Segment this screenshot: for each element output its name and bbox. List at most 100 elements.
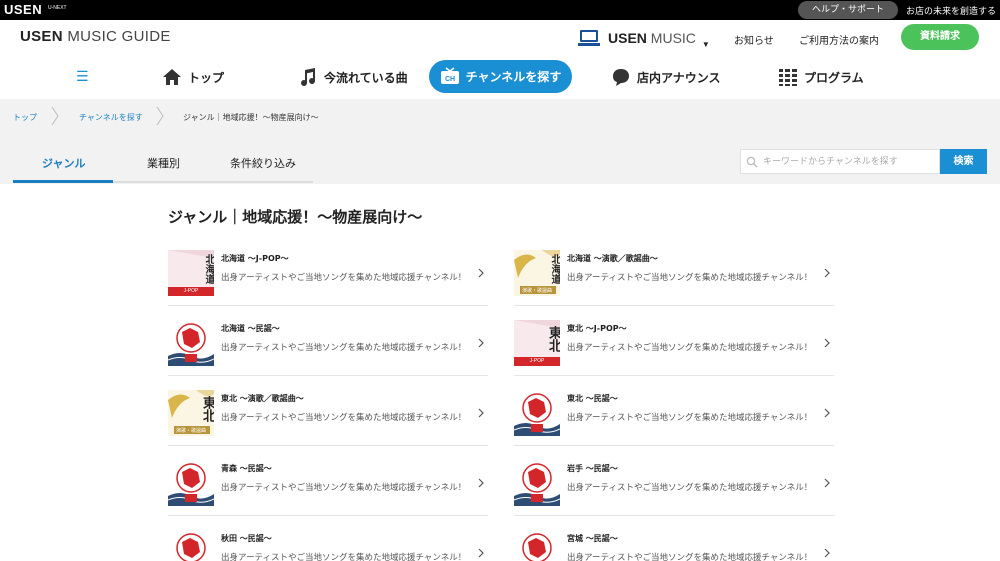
nav-find-channel-label: チャンネルを探す bbox=[465, 70, 562, 84]
channel-description: 出身アーティストやご当地ソングを集めた地域応援チャンネル！ bbox=[221, 273, 467, 283]
channel-card[interactable]: 秋田 〜民謡〜出身アーティストやご当地ソングを集めた地域応援チャンネル！ bbox=[168, 530, 488, 561]
chevron-right-icon bbox=[478, 548, 484, 558]
service-name-light: MUSIC bbox=[646, 30, 696, 46]
search-icon bbox=[746, 156, 758, 168]
chevron-right-icon bbox=[478, 408, 484, 418]
thumbnail-region-text: 東北 bbox=[546, 326, 560, 352]
grid-icon bbox=[779, 69, 797, 86]
channel-card[interactable]: 東北 演歌・歌謡曲 東北 〜演歌／歌謡曲〜 出身アーティストやご当地ソングを集めた地域… bbox=[168, 390, 488, 446]
tab-active-indicator bbox=[13, 180, 113, 183]
site-logo[interactable]: USEN MUSIC GUIDE bbox=[20, 28, 171, 45]
channel-card[interactable]: 北海道 〜民謡〜出身アーティストやご当地ソングを集めた地域応援チャンネル！ bbox=[168, 320, 488, 376]
channel-title: 北海道 〜J-POP〜 bbox=[221, 254, 289, 263]
thumbnail-genre-tag: 演歌・歌謡曲 bbox=[175, 428, 206, 434]
site-logo-bold: USEN bbox=[20, 28, 63, 45]
channel-title: 北海道 〜演歌／歌謡曲〜 bbox=[567, 254, 658, 263]
unext-logo: U-NEXT bbox=[48, 5, 67, 11]
channel-title: 北海道 〜民謡〜 bbox=[221, 324, 280, 333]
channel-title: 岩手 〜民謡〜 bbox=[567, 464, 618, 473]
chevron-right-icon bbox=[824, 268, 830, 278]
channel-card[interactable]: 岩手 〜民謡〜出身アーティストやご当地ソングを集めた地域応援チャンネル！ bbox=[514, 460, 834, 516]
tab-filter[interactable]: 条件絞り込み bbox=[230, 155, 296, 171]
service-switcher[interactable]: USEN MUSIC ▼ bbox=[578, 28, 710, 49]
chevron-right-icon bbox=[478, 338, 484, 348]
chevron-right-icon bbox=[824, 408, 830, 418]
channel-card[interactable]: 東北 J-POP 東北 〜J-POP〜出身アーティストやご当地ソングを集めた地域応援… bbox=[514, 320, 834, 376]
channel-title: 東北 〜演歌／歌謡曲〜 bbox=[221, 394, 304, 403]
channel-description: 出身アーティストやご当地ソングを集めた地域応援チャンネル！ bbox=[567, 273, 813, 283]
top-bar: USEN U-NEXT ヘルプ・サポート お店の未来を創造する bbox=[0, 0, 1000, 20]
page-title: ジャンル｜地域応援！〜物産展向け〜 bbox=[168, 208, 423, 226]
search-button[interactable]: 検索 bbox=[940, 149, 987, 174]
breadcrumb-top[interactable]: トップ bbox=[13, 112, 37, 123]
music-note-icon bbox=[301, 68, 316, 87]
thumbnail-genre-tag: J-POP bbox=[183, 288, 199, 294]
caret-down-icon: ▼ bbox=[701, 39, 710, 49]
nav-announce[interactable]: 店内アナウンス bbox=[611, 60, 721, 94]
channel-card[interactable]: 青森 〜民謡〜出身アーティストやご当地ソングを集めた地域応援チャンネル！ bbox=[168, 460, 488, 516]
channel-title: 宮城 〜民謡〜 bbox=[567, 534, 618, 543]
breadcrumb-find-channel[interactable]: チャンネルを探す bbox=[79, 112, 143, 123]
chevron-right-icon bbox=[824, 548, 830, 558]
channel-icon: CH bbox=[440, 66, 459, 84]
help-support-button[interactable]: ヘルプ・サポート bbox=[798, 1, 898, 19]
channel-thumbnail bbox=[514, 530, 560, 561]
channel-card[interactable]: 東北 〜民謡〜 出身アーティストやご当地ソングを集めた地域応援チャンネル！ bbox=[514, 390, 834, 446]
tagline: お店の未来を創造する bbox=[906, 7, 997, 17]
search-box bbox=[740, 149, 940, 174]
breadcrumb-separator-icon bbox=[156, 106, 164, 126]
channel-description: 出身アーティストやご当地ソングを集めた地域応援チャンネル！ bbox=[567, 553, 813, 561]
nav-top[interactable]: トップ bbox=[162, 60, 224, 94]
tab-genre[interactable]: ジャンル bbox=[42, 155, 85, 171]
channel-thumbnail: 北海道 J-POP bbox=[168, 250, 214, 296]
channel-description: 出身アーティストやご当地ソングを集めた地域応援チャンネル！ bbox=[221, 553, 467, 561]
usage-guide-link[interactable]: ご利用方法の案内 bbox=[799, 32, 879, 47]
nav-program[interactable]: プログラム bbox=[778, 60, 864, 94]
channel-description: 出身アーティストやご当地ソングを集めた地域応援チャンネル！ bbox=[567, 483, 813, 493]
thumbnail-genre-tag: 演歌・歌謡曲 bbox=[521, 288, 552, 294]
breadcrumb-current: ジャンル｜地域応援！〜物産展向け〜 bbox=[183, 113, 319, 122]
channel-description: 出身アーティストやご当地ソングを集めた地域応援チャンネル！ bbox=[567, 343, 813, 353]
chevron-right-icon bbox=[824, 338, 830, 348]
channel-title: 東北 〜J-POP〜 bbox=[567, 324, 627, 333]
chevron-right-icon bbox=[824, 478, 830, 488]
channel-description: 出身アーティストやご当地ソングを集めた地域応援チャンネル！ bbox=[221, 413, 467, 423]
home-icon bbox=[163, 69, 181, 85]
channel-card[interactable]: 北海道 J-POP 北海道 〜J-POP〜出身アーティストやご当地ソングを集めた地域… bbox=[168, 250, 488, 306]
breadcrumb-separator-icon bbox=[51, 106, 59, 126]
nav-now-playing-label: 今流れている曲 bbox=[324, 70, 408, 85]
tab-industry[interactable]: 業種別 bbox=[147, 155, 180, 171]
channel-thumbnail bbox=[514, 390, 560, 436]
nav-announce-label: 店内アナウンス bbox=[637, 70, 721, 85]
channel-card[interactable]: 北海道 演歌・歌謡曲 北海道 〜演歌／歌謡曲〜 出身アーティストやご当地ソングを集めた… bbox=[514, 250, 834, 306]
menu-icon[interactable]: ☰ bbox=[76, 60, 89, 94]
thumbnail-region-text: 東北 bbox=[200, 396, 214, 422]
nav-program-label: プログラム bbox=[804, 70, 864, 85]
news-link[interactable]: お知らせ bbox=[734, 32, 774, 47]
channel-description: 出身アーティストやご当地ソングを集めた地域応援チャンネル！ bbox=[221, 483, 467, 493]
channel-thumbnail: 北海道演歌・歌謡曲 bbox=[514, 250, 560, 296]
channel-description: 出身アーティストやご当地ソングを集めた地域応援チャンネル！ bbox=[221, 343, 467, 353]
search-input[interactable] bbox=[763, 153, 933, 171]
channel-thumbnail bbox=[168, 530, 214, 561]
speech-bubble-icon bbox=[613, 69, 629, 86]
nav-now-playing[interactable]: 今流れている曲 bbox=[298, 60, 408, 94]
channel-thumbnail: 東北演歌・歌謡曲 bbox=[168, 390, 214, 436]
channel-thumbnail bbox=[168, 460, 214, 506]
channel-title: 秋田 〜民謡〜 bbox=[221, 534, 272, 543]
thumbnail-region-text: 北海道 bbox=[549, 254, 560, 284]
channel-description: 出身アーティストやご当地ソングを集めた地域応援チャンネル！ bbox=[567, 413, 813, 423]
service-name-bold: USEN bbox=[608, 30, 647, 46]
usen-logo[interactable]: USEN bbox=[4, 2, 42, 17]
channel-card[interactable]: 宮城 〜民謡〜出身アーティストやご当地ソングを集めた地域応援チャンネル！ bbox=[514, 530, 834, 561]
thumbnail-region-text: 北海道 bbox=[203, 254, 214, 284]
channel-thumbnail bbox=[168, 320, 214, 366]
channel-title: 青森 〜民謡〜 bbox=[221, 464, 272, 473]
laptop-icon bbox=[578, 30, 600, 46]
site-logo-light: MUSIC GUIDE bbox=[62, 28, 171, 45]
thumbnail-genre-tag: J-POP bbox=[529, 358, 545, 364]
request-docs-button[interactable]: 資料請求 bbox=[901, 24, 979, 50]
chevron-right-icon bbox=[478, 478, 484, 488]
nav-find-channel[interactable]: CH チャンネルを探す bbox=[429, 60, 572, 93]
nav-top-label: トップ bbox=[188, 70, 225, 85]
